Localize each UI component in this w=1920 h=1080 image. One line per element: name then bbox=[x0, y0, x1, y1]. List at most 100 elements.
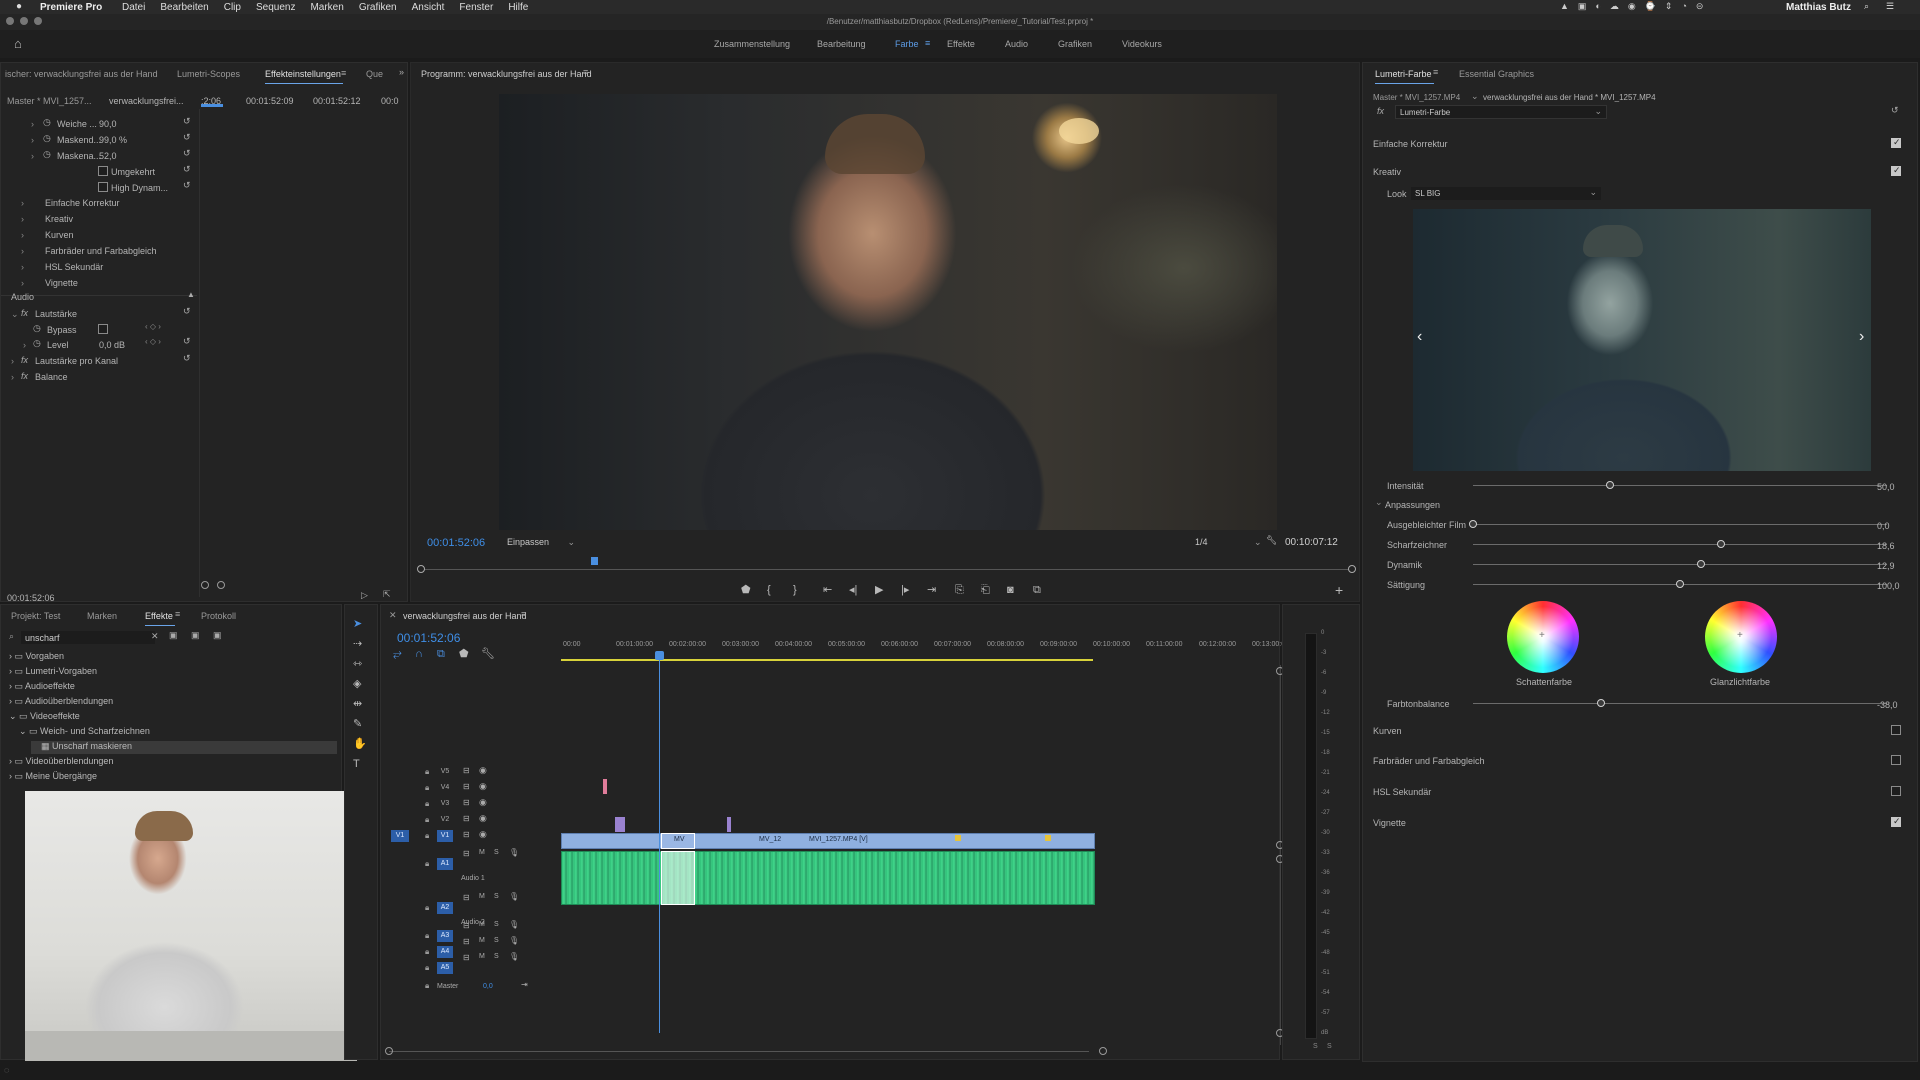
solo-button[interactable]: S bbox=[494, 953, 499, 960]
kreativ-checkbox[interactable] bbox=[1891, 165, 1901, 176]
high-dynamic-checkbox[interactable] bbox=[98, 182, 108, 192]
filter-icon[interactable]: ▷ bbox=[361, 590, 368, 601]
ec-zoom-knob-left[interactable] bbox=[201, 581, 209, 589]
menu-ansicht[interactable]: Ansicht bbox=[412, 2, 445, 13]
v1-clip-selected[interactable]: MV bbox=[661, 833, 695, 849]
clip2-label[interactable]: MV_12 bbox=[759, 836, 781, 843]
mute-button[interactable]: M bbox=[479, 953, 485, 960]
workspace-videokurs[interactable]: Videokurs bbox=[1122, 39, 1162, 49]
menubar-status-icons[interactable]: ▲▣◐☁◉⌚⇕◔⊝ bbox=[1560, 1, 1712, 12]
linked-selection-icon[interactable]: ⧉ bbox=[437, 647, 445, 661]
scharf-slider-knob[interactable] bbox=[1717, 540, 1726, 548]
workspace-effekte[interactable]: Effekte bbox=[947, 39, 975, 49]
menu-grafiken[interactable]: Grafiken bbox=[359, 2, 397, 13]
saettigung-value[interactable]: 100,0 bbox=[1877, 581, 1900, 591]
scrub-start-knob[interactable] bbox=[417, 565, 425, 573]
section-farbraeder[interactable]: Farbräder und Farbabgleich bbox=[1373, 756, 1485, 766]
scharf-slider[interactable] bbox=[1473, 544, 1887, 545]
chevron-down-icon[interactable]: ⌄ bbox=[1471, 91, 1479, 102]
fx-icon[interactable]: fx bbox=[1377, 106, 1384, 116]
eye-icon[interactable]: ◉ bbox=[479, 781, 487, 792]
hand-tool-icon[interactable]: ✋ bbox=[353, 737, 367, 751]
hsl-checkbox[interactable] bbox=[1891, 786, 1901, 796]
track-lock-icon[interactable]: 🔒︎ bbox=[425, 963, 429, 973]
look-prev-arrow-icon[interactable]: ‹ bbox=[1417, 328, 1422, 346]
solo-button[interactable]: S bbox=[494, 893, 499, 900]
panel-menu-icon[interactable]: ≡ bbox=[583, 67, 588, 77]
expand-icon[interactable]: › bbox=[11, 372, 14, 382]
panel-menu-icon[interactable]: ≡ bbox=[341, 68, 346, 78]
ec-section-hsl-sekund-r[interactable]: HSL Sekundär bbox=[45, 262, 103, 272]
collapse-icon[interactable]: ⌄ bbox=[11, 309, 19, 320]
track-label-a1[interactable]: A1 bbox=[437, 858, 453, 870]
intensitaet-slider[interactable] bbox=[1473, 485, 1887, 486]
expand-icon[interactable]: › bbox=[21, 278, 24, 288]
reset-icon[interactable]: ↺ bbox=[183, 353, 191, 364]
expand-icon[interactable]: › bbox=[21, 246, 24, 256]
tree-item-weich-scharf[interactable]: ⌄ ▭ Weich- und Scharfzeichnen bbox=[19, 726, 150, 737]
intensitaet-value[interactable]: 50,0 bbox=[1877, 482, 1895, 492]
toggle-sync-lock-icon[interactable]: ⊟ bbox=[463, 782, 470, 791]
section-kurven[interactable]: Kurven bbox=[1373, 726, 1402, 736]
dynamik-value[interactable]: 12,9 bbox=[1877, 561, 1895, 571]
section-einfache-korrektur[interactable]: Einfache Korrektur bbox=[1373, 139, 1448, 149]
home-icon[interactable]: ⌂ bbox=[14, 36, 22, 51]
ec-zoom-knob-right[interactable] bbox=[217, 581, 225, 589]
film-slider[interactable] bbox=[1473, 524, 1887, 525]
step-back-icon[interactable]: ◂| bbox=[849, 583, 857, 597]
spotlight-icon[interactable]: ⌕ bbox=[1864, 1, 1869, 12]
farbraeder-checkbox[interactable] bbox=[1891, 755, 1901, 765]
stopwatch-icon[interactable]: ◷ bbox=[43, 149, 51, 160]
track-lock-icon[interactable]: 🔒︎ bbox=[425, 931, 429, 941]
collapse-icon[interactable]: ⌄ bbox=[1375, 497, 1383, 508]
tree-item-videoueberblendungen[interactable]: › ▭ Videoüberblendungen bbox=[9, 756, 113, 767]
type-tool-icon[interactable]: T bbox=[353, 757, 360, 771]
tree-item-videoeffekte[interactable]: ⌄ ▭ Videoeffekte bbox=[9, 711, 80, 722]
slip-tool-icon[interactable]: ⇹ bbox=[353, 697, 362, 711]
reset-icon[interactable]: ↺ bbox=[183, 164, 191, 175]
expand-icon[interactable]: › bbox=[23, 340, 26, 350]
wrench-icon[interactable]: 🔧︎ bbox=[1266, 535, 1277, 546]
menu-bearbeiten[interactable]: Bearbeiten bbox=[160, 2, 208, 13]
prop-maskend-value[interactable]: 99,0 % bbox=[99, 135, 127, 145]
menu-sequenz[interactable]: Sequenz bbox=[256, 2, 295, 13]
stopwatch-icon[interactable]: ◷ bbox=[33, 338, 41, 349]
play-icon[interactable]: ▶ bbox=[875, 583, 883, 597]
workspace-zusammenstellung[interactable]: Zusammenstellung bbox=[714, 39, 790, 49]
toggle-sync-lock-icon[interactable]: ⊟ bbox=[463, 830, 470, 839]
collapse-audio-icon[interactable]: ▲ bbox=[187, 290, 195, 299]
extract-icon[interactable]: ⎗ bbox=[981, 583, 990, 597]
track-label-v4[interactable]: V4 bbox=[437, 782, 453, 794]
workspace-farbe[interactable]: Farbe bbox=[895, 39, 919, 49]
expand-icon[interactable]: › bbox=[31, 119, 34, 129]
add-marker-icon[interactable]: ⬟ bbox=[741, 583, 751, 597]
look-preview-image[interactable] bbox=[1413, 209, 1871, 471]
workspace-bearbeitung[interactable]: Bearbeitung bbox=[817, 39, 866, 49]
accelerated-effects-icon[interactable]: ▣ bbox=[169, 630, 178, 641]
mute-button[interactable]: M bbox=[479, 937, 485, 944]
tab-markers[interactable]: Marken bbox=[87, 611, 117, 621]
toggle-sync-lock-icon[interactable]: ⊟ bbox=[463, 798, 470, 807]
go-to-out-icon[interactable]: ⇥ bbox=[927, 583, 936, 597]
solo-button[interactable]: S bbox=[494, 937, 499, 944]
more-tabs-icon[interactable]: » bbox=[399, 67, 404, 77]
mark-in-icon[interactable]: { bbox=[767, 583, 771, 597]
apple-icon[interactable]: ● bbox=[16, 1, 22, 12]
razor-tool-icon[interactable]: ◈ bbox=[353, 677, 361, 691]
track-lock-icon[interactable]: 🔒︎ bbox=[425, 815, 429, 825]
toggle-sync-lock-icon[interactable]: ⊟ bbox=[463, 893, 470, 902]
timeline-playhead-line[interactable] bbox=[659, 653, 660, 1033]
comparison-view-icon[interactable]: ⧉ bbox=[1033, 583, 1041, 597]
effect-dropdown[interactable]: Lumetri-Farbe ⌄ bbox=[1395, 105, 1607, 119]
track-label-a5[interactable]: A5 bbox=[437, 962, 453, 974]
go-to-in-icon[interactable]: ⇤ bbox=[823, 583, 832, 597]
solo-left-button[interactable]: S bbox=[1313, 1043, 1318, 1050]
look-next-arrow-icon[interactable]: › bbox=[1859, 328, 1864, 346]
graphic-clip-v4[interactable] bbox=[603, 779, 607, 794]
film-value[interactable]: 0,0 bbox=[1877, 521, 1890, 531]
expand-icon[interactable]: › bbox=[31, 135, 34, 145]
lift-icon[interactable]: ⎘ bbox=[955, 583, 964, 597]
timeline-timecode[interactable]: 00:01:52:06 bbox=[397, 631, 460, 645]
work-area-bar[interactable] bbox=[561, 659, 1093, 661]
menu-marken[interactable]: Marken bbox=[310, 2, 343, 13]
